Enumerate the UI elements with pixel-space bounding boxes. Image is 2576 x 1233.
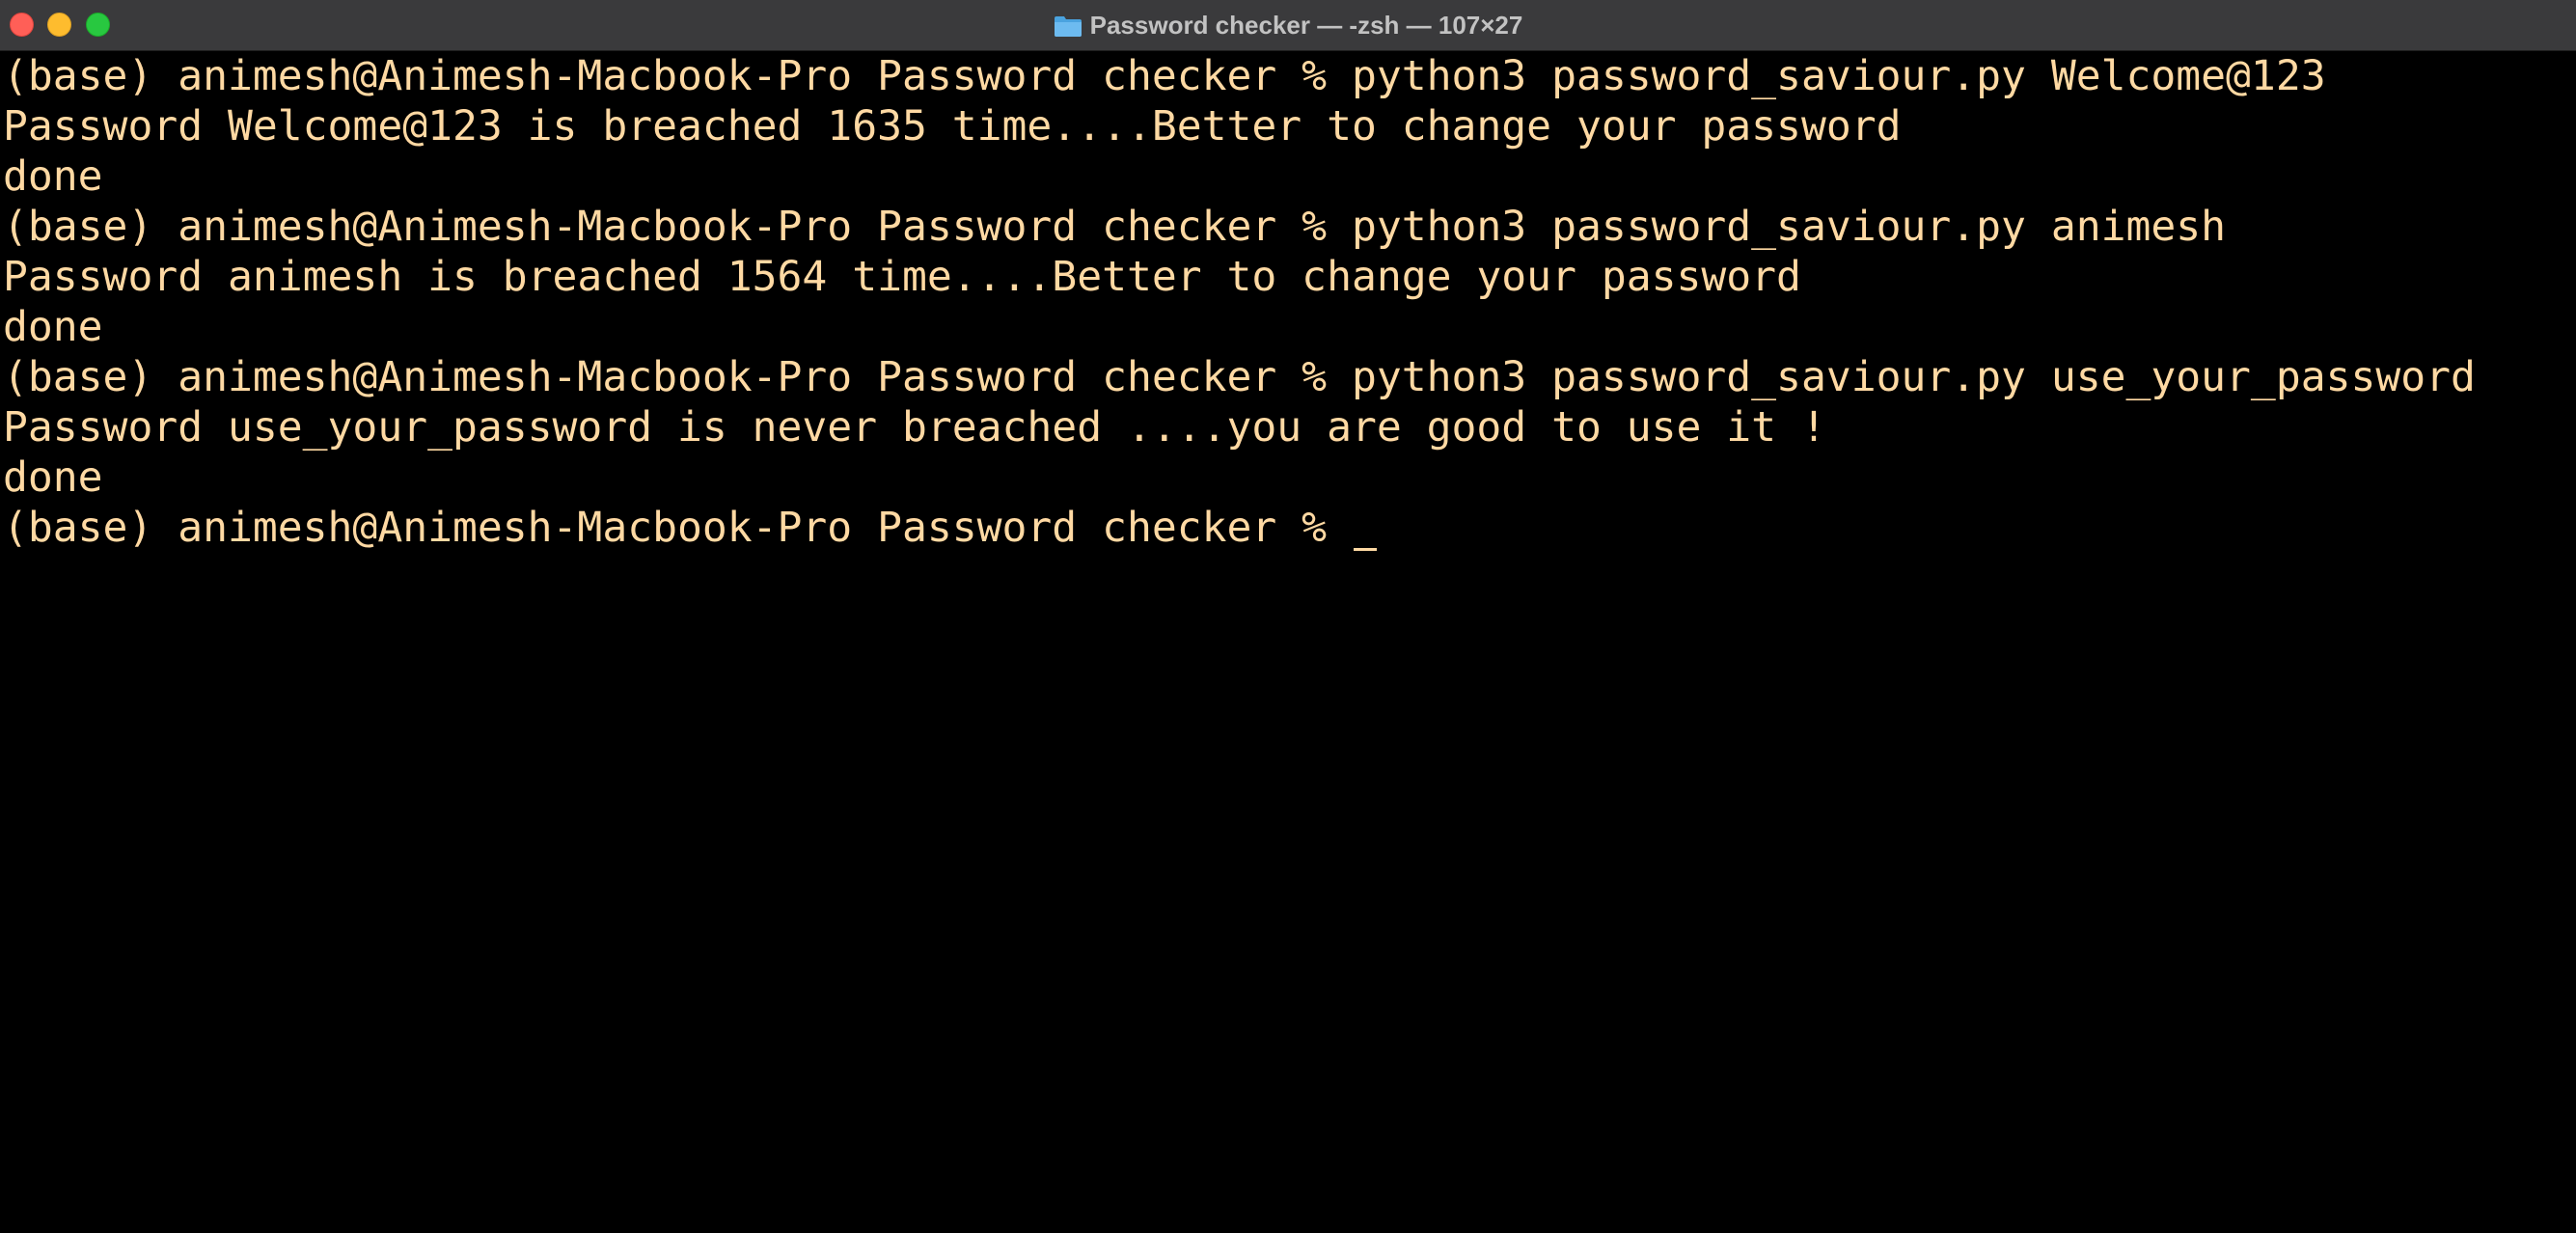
- minimize-button[interactable]: [47, 13, 71, 37]
- terminal-line: done: [3, 152, 103, 201]
- window-title: Password checker — -zsh — 107×27: [1089, 11, 1523, 40]
- title-bar[interactable]: Password checker — -zsh — 107×27: [0, 0, 2576, 51]
- text-cursor: [1353, 548, 1377, 551]
- window-title-group: Password checker — -zsh — 107×27: [0, 0, 2576, 51]
- terminal-line: (base) animesh@Animesh-Macbook-Pro Passw…: [3, 52, 2326, 100]
- terminal-line: Password use_your_password is never brea…: [3, 403, 1826, 452]
- close-button[interactable]: [10, 13, 34, 37]
- terminal-line: Password Welcome@123 is breached 1635 ti…: [3, 102, 1902, 151]
- terminal-line: (base) animesh@Animesh-Macbook-Pro Passw…: [3, 353, 2476, 401]
- prompt-line[interactable]: (base) animesh@Animesh-Macbook-Pro Passw…: [3, 503, 2573, 553]
- terminal-window: Password checker — -zsh — 107×27 (base) …: [0, 0, 2576, 1233]
- terminal-content[interactable]: (base) animesh@Animesh-Macbook-Pro Passw…: [3, 51, 2573, 1230]
- terminal-line: done: [3, 453, 103, 502]
- terminal-line: Password animesh is breached 1564 time..…: [3, 253, 1801, 301]
- terminal-line: (base) animesh@Animesh-Macbook-Pro Passw…: [3, 203, 2227, 251]
- folder-icon: [1054, 14, 1082, 38]
- zoom-button[interactable]: [86, 13, 110, 37]
- prompt-text: (base) animesh@Animesh-Macbook-Pro Passw…: [3, 504, 1352, 552]
- terminal-line: done: [3, 303, 103, 351]
